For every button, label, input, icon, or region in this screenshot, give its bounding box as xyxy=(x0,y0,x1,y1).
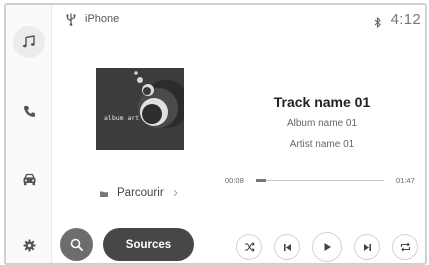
sidebar-item-media[interactable] xyxy=(13,26,45,58)
browse-label: Parcourir xyxy=(117,187,164,199)
next-track-icon xyxy=(363,243,371,251)
status-bar: iPhone 4:12 xyxy=(58,5,425,33)
total-time: 01:47 xyxy=(396,176,415,185)
chevron-right-icon xyxy=(173,184,178,202)
previous-track-button[interactable] xyxy=(274,234,300,260)
track-title: Track name 01 xyxy=(273,94,371,110)
artist-name: Artist name 01 xyxy=(289,139,355,150)
album-art-text: album art xyxy=(104,114,140,122)
clock: 4:12 xyxy=(390,11,421,28)
sources-button[interactable]: Sources xyxy=(103,228,194,261)
previous-track-icon xyxy=(283,243,291,251)
album-art-graphic xyxy=(134,71,184,128)
search-button[interactable] xyxy=(60,228,93,261)
usb-icon xyxy=(66,13,76,31)
progress-bar-fill xyxy=(256,179,266,182)
play-icon xyxy=(324,243,331,251)
sidebar-item-vehicle[interactable] xyxy=(13,163,45,195)
sidebar-item-settings[interactable] xyxy=(13,229,45,261)
repeat-icon xyxy=(400,242,410,252)
phone-icon xyxy=(23,105,35,117)
album-name: Album name 01 xyxy=(286,118,358,129)
device-name: iPhone xyxy=(85,13,120,25)
sources-label: Sources xyxy=(125,238,172,251)
music-note-icon xyxy=(23,35,35,48)
car-icon xyxy=(23,173,35,185)
sidebar-item-phone[interactable] xyxy=(13,95,45,127)
progress-bar[interactable] xyxy=(256,179,384,182)
play-button[interactable] xyxy=(312,232,342,262)
folder-icon xyxy=(100,184,108,202)
sidebar xyxy=(6,5,52,263)
repeat-button[interactable] xyxy=(392,234,418,260)
shuffle-icon xyxy=(244,242,255,252)
browse-button[interactable]: Parcourir xyxy=(100,185,178,201)
shuffle-button[interactable] xyxy=(236,234,262,260)
head-unit-screen: iPhone 4:12 album art Parcourir Track na… xyxy=(4,3,427,265)
next-track-button[interactable] xyxy=(354,234,380,260)
album-art: album art xyxy=(96,68,184,150)
elapsed-time: 00:08 xyxy=(225,176,244,185)
bluetooth-icon xyxy=(374,15,381,33)
search-icon xyxy=(70,238,83,251)
gear-icon xyxy=(23,239,35,251)
